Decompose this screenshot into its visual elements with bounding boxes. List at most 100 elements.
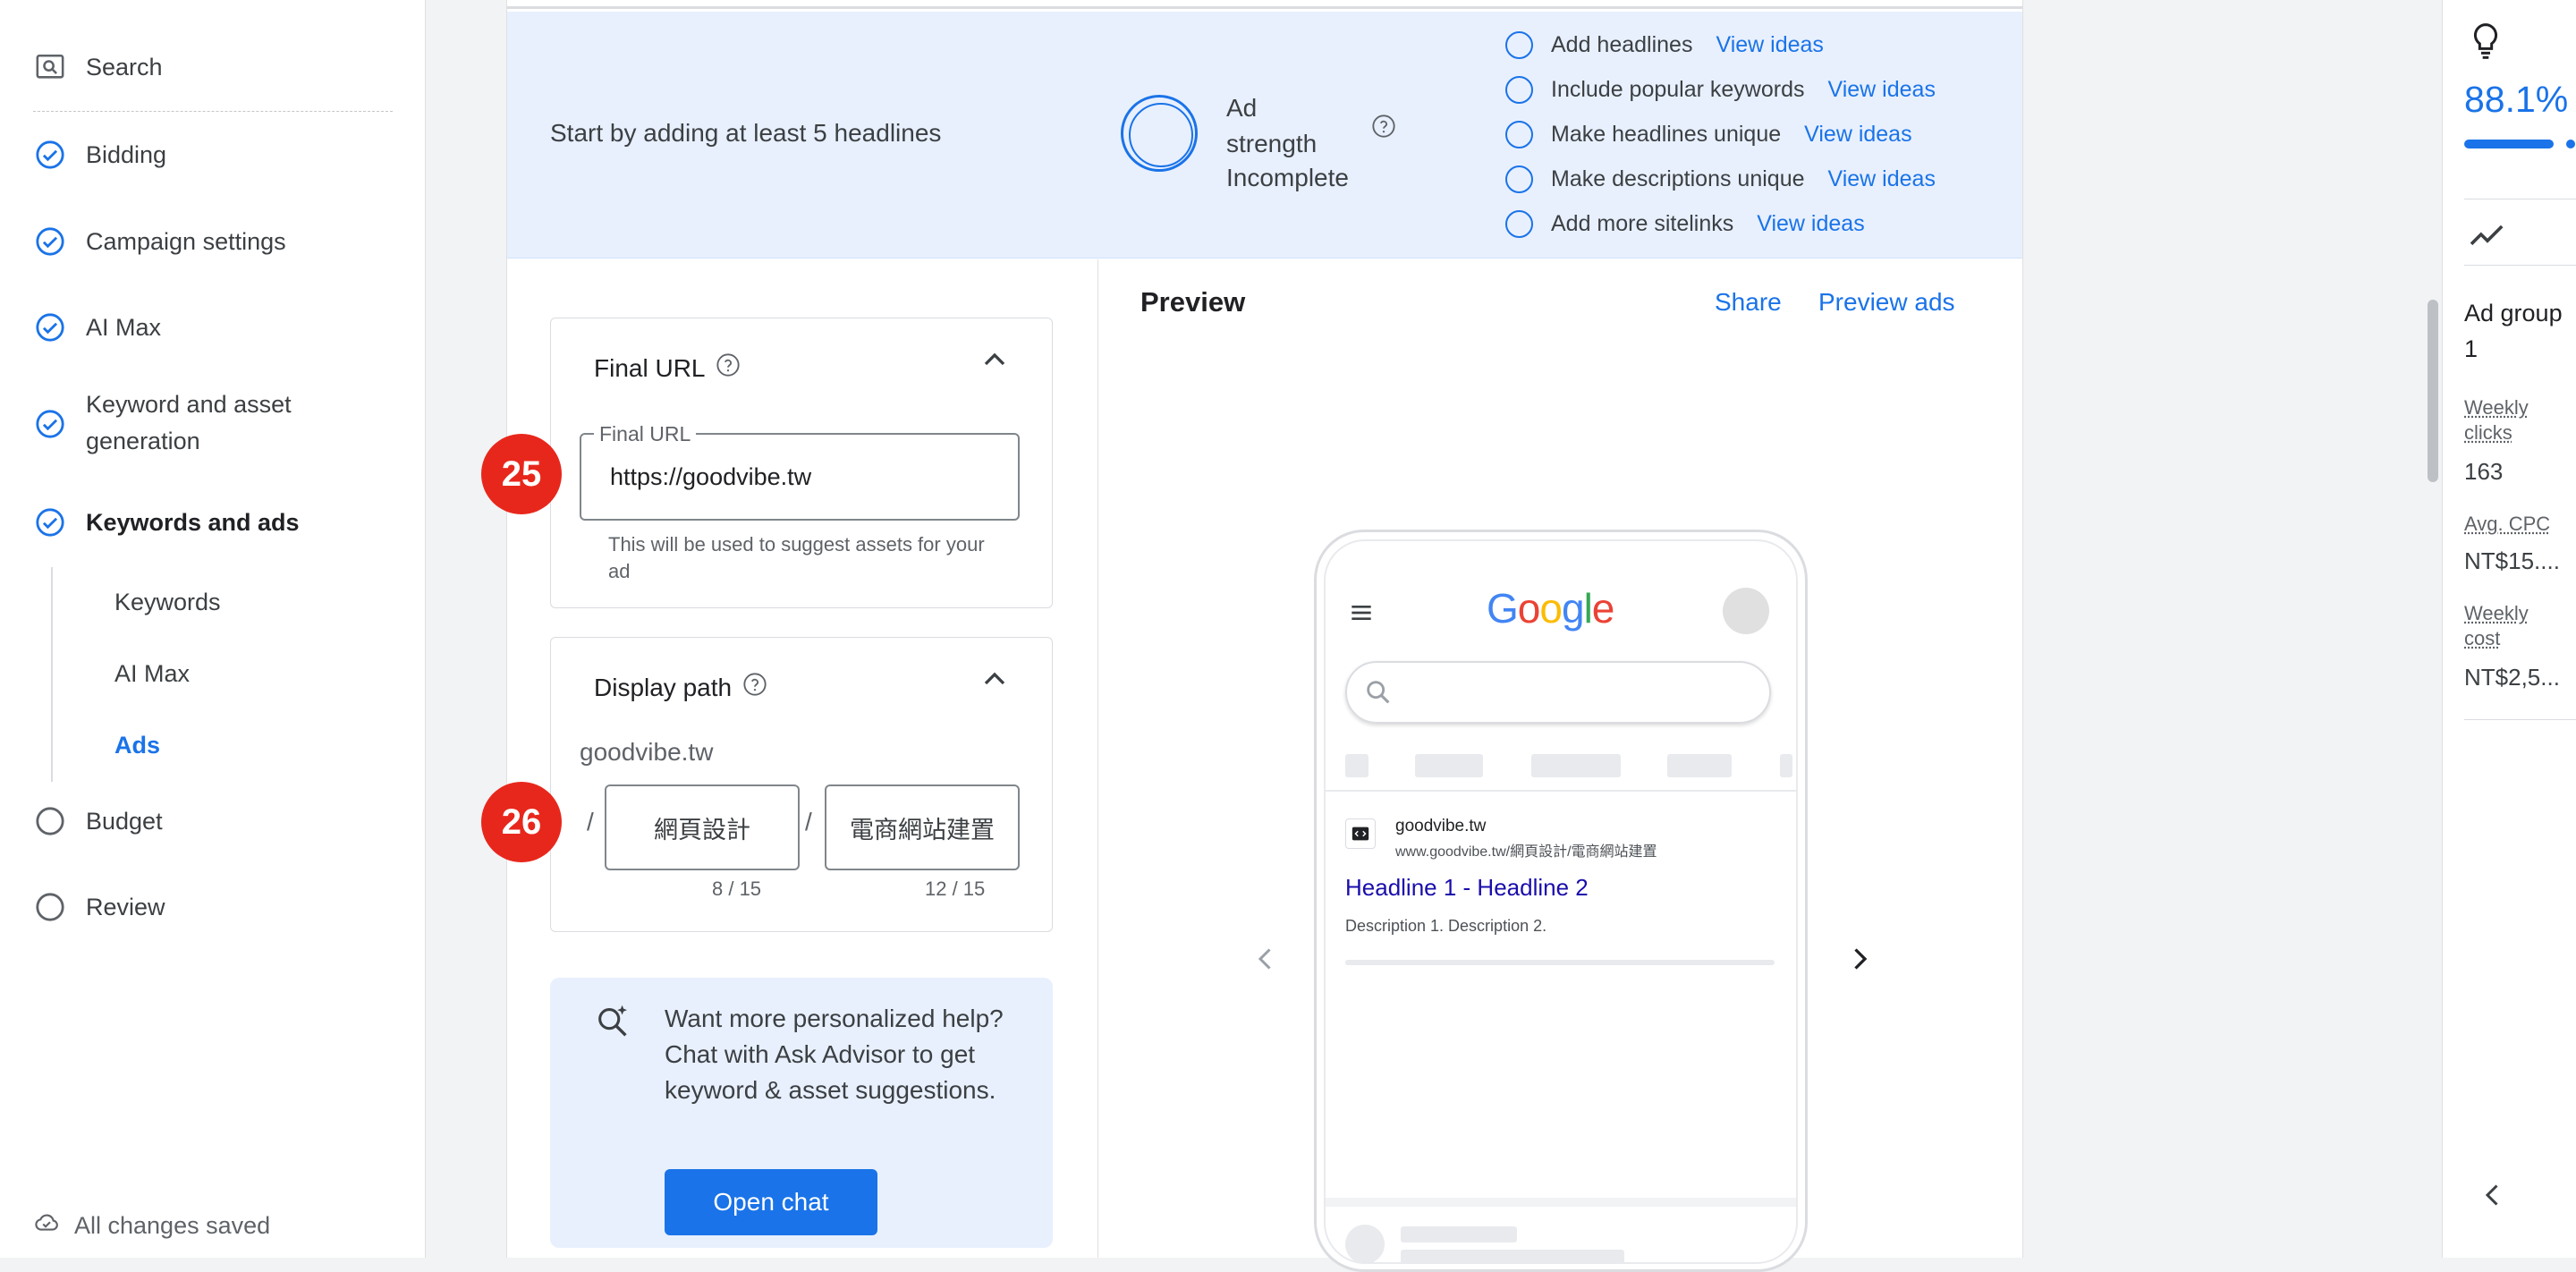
sidebar-subitem-label: AI Max <box>114 656 190 692</box>
metric-label: Avg. CPC <box>2464 512 2563 537</box>
suggestion-text: Add headlines <box>1551 32 1692 58</box>
sidebar-item-review[interactable]: Review <box>0 889 426 925</box>
advisor-message: Want more personalized help? Chat with A… <box>665 1001 1022 1108</box>
share-link[interactable]: Share <box>1715 288 1782 317</box>
suggestion-circle-icon <box>1505 76 1533 104</box>
skeleton-chip <box>1780 754 1792 777</box>
preview-title: Preview <box>1140 286 1245 318</box>
banner-message: Start by adding at least 5 headlines <box>550 119 941 148</box>
help-icon[interactable] <box>742 672 767 703</box>
hamburger-menu-icon <box>1347 598 1376 632</box>
logo-letter: o <box>1539 585 1562 632</box>
check-circle-icon <box>33 505 67 539</box>
result-divider <box>1326 790 1796 792</box>
metric-value: NT$15.... <box>2464 547 2560 575</box>
open-chat-button[interactable]: Open chat <box>665 1169 877 1235</box>
view-ideas-link[interactable]: View ideas <box>1757 211 1864 237</box>
view-ideas-link[interactable]: View ideas <box>1804 122 1911 148</box>
cloud-done-icon <box>33 1209 60 1242</box>
chevron-right-icon[interactable] <box>1843 943 1876 979</box>
save-status-text: All changes saved <box>74 1212 270 1240</box>
suggestion-circle-icon <box>1505 165 1533 193</box>
suggestion-circle-icon <box>1505 31 1533 59</box>
sidebar-item-label: Review <box>86 889 165 926</box>
site-favicon-icon <box>1345 818 1376 849</box>
sidebar-item-keywords-and-ads[interactable]: Keywords and ads <box>0 505 426 540</box>
scrollbar-thumb[interactable] <box>2428 300 2438 482</box>
suggestion-row: Make descriptions unique View ideas <box>1505 164 1936 194</box>
panel-divider <box>2464 265 2576 266</box>
phone-search-bar <box>1345 661 1771 724</box>
help-icon[interactable] <box>1371 114 1396 143</box>
preview-ads-link[interactable]: Preview ads <box>1818 288 1955 317</box>
chevron-left-icon[interactable] <box>1250 943 1282 979</box>
skeleton-line <box>1401 1226 1517 1242</box>
suggestion-text: Make descriptions unique <box>1551 166 1805 192</box>
path-separator: / <box>587 808 594 836</box>
sidebar-item-budget[interactable]: Budget <box>0 803 426 839</box>
final-url-field[interactable]: Final URL https://goodvibe.tw <box>580 433 1020 521</box>
suggestion-text: Make headlines unique <box>1551 122 1781 148</box>
view-ideas-link[interactable]: View ideas <box>1716 32 1823 58</box>
sidebar-item-label: Search <box>86 49 163 86</box>
final-url-title: Final URL <box>594 352 741 384</box>
ad-strength-label: Ad strength <box>1226 90 1343 162</box>
sidebar-item-label: Campaign settings <box>86 224 286 260</box>
sidebar-item-campaign-settings[interactable]: Campaign settings <box>0 224 426 259</box>
ai-search-icon <box>593 1001 634 1047</box>
field-label: Final URL <box>594 422 696 446</box>
sidebar-item-bidding[interactable]: Bidding <box>0 137 426 173</box>
sidebar-subitem-keywords[interactable]: Keywords <box>0 584 426 620</box>
logo-letter: g <box>1562 585 1584 632</box>
column-divider <box>1097 259 1098 1258</box>
panel-title-text: Final URL <box>594 354 705 383</box>
sidebar-subitem-label: Ads <box>114 727 160 764</box>
view-ideas-link[interactable]: View ideas <box>1828 77 1936 103</box>
empty-circle-icon <box>33 804 67 838</box>
sidebar-subitem-ads[interactable]: Ads <box>0 727 426 763</box>
skeleton-chip <box>1345 754 1368 777</box>
ad-editor-card: Start by adding at least 5 headlines Ad … <box>506 0 2023 1258</box>
trending-chart-icon[interactable] <box>2468 218 2507 255</box>
help-icon[interactable] <box>716 352 741 384</box>
suggestion-text: Include popular keywords <box>1551 77 1805 103</box>
lightbulb-icon <box>2468 21 2504 65</box>
suggestion-circle-icon <box>1505 121 1533 148</box>
final-url-value: https://goodvibe.tw <box>610 463 811 491</box>
step-badge: 25 <box>481 434 562 514</box>
sidebar-item-ai-max[interactable]: AI Max <box>0 310 426 345</box>
skeleton-avatar <box>1345 1225 1385 1264</box>
chevron-left-icon[interactable] <box>2477 1179 2509 1216</box>
check-circle-icon <box>33 225 67 259</box>
ad-group-name: Ad group 1 <box>2464 295 2572 367</box>
optimization-score: 88.1% <box>2464 79 2568 121</box>
path1-field[interactable]: 網頁設計 <box>605 784 800 870</box>
save-status: All changes saved <box>33 1209 270 1242</box>
suggestion-row: Make headlines unique View ideas <box>1505 119 1912 149</box>
ad-domain: goodvibe.tw <box>1395 817 1486 836</box>
sidebar-item-search[interactable]: Search <box>0 49 426 85</box>
view-ideas-link[interactable]: View ideas <box>1828 166 1936 192</box>
suggestion-row: Add more sitelinks View ideas <box>1505 208 1865 239</box>
ad-result-bar <box>1345 960 1775 965</box>
skeleton-line <box>1401 1250 1624 1264</box>
chevron-up-icon[interactable] <box>977 342 1013 377</box>
top-divider <box>507 0 2022 9</box>
path2-field[interactable]: 電商網站建置 <box>825 784 1020 870</box>
sidebar-item-keyword-asset-generation[interactable]: Keyword and asset generation <box>0 386 426 462</box>
result-gap <box>1326 1198 1796 1207</box>
suggestion-row: Add headlines View ideas <box>1505 30 1824 60</box>
suggestion-row: Include popular keywords View ideas <box>1505 74 1936 105</box>
skeleton-chip <box>1415 754 1483 777</box>
check-circle-icon <box>33 138 67 172</box>
phone-screen: Google goodvibe.tw www.goodvibe.tw/網頁設計/… <box>1324 539 1798 1264</box>
phone-preview: Google goodvibe.tw www.goodvibe.tw/網頁設計/… <box>1314 530 1808 1272</box>
skeleton-chip <box>1667 754 1732 777</box>
sidebar-divider <box>33 111 393 112</box>
check-circle-icon <box>33 407 67 441</box>
chevron-up-icon[interactable] <box>977 661 1013 697</box>
path1-char-count: 8 / 15 <box>712 878 761 901</box>
check-circle-icon <box>33 310 67 344</box>
final-url-panel: Final URL Final URL https://goodvibe.tw … <box>550 318 1053 608</box>
sidebar-subitem-ai-max[interactable]: AI Max <box>0 656 426 691</box>
